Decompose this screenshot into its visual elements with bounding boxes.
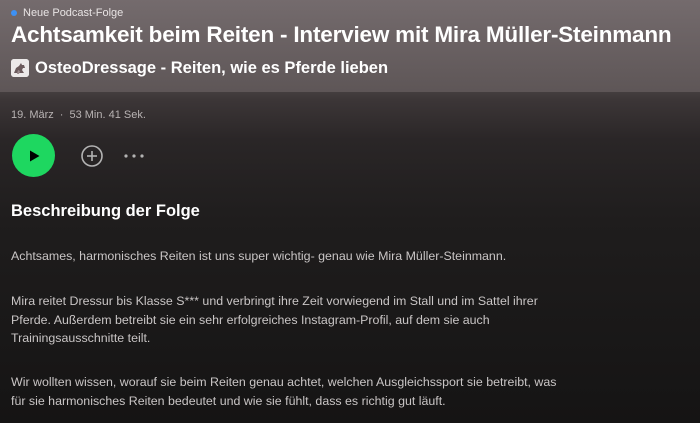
add-circle-icon: [81, 145, 103, 167]
add-to-library-button[interactable]: [80, 144, 104, 168]
show-cover-image[interactable]: [11, 59, 29, 77]
episode-duration: 53 Min. 41 Sek.: [69, 109, 146, 121]
description-heading: Beschreibung der Folge: [11, 202, 200, 220]
playback-controls: [12, 134, 212, 178]
meta-separator: ·: [59, 109, 64, 121]
horse-logo-icon: [11, 59, 29, 77]
play-button[interactable]: [12, 134, 55, 177]
new-episode-badge: Neue Podcast-Folge: [11, 6, 123, 20]
description-paragraph: Achtsames, harmonisches Reiten ist uns s…: [11, 249, 507, 263]
play-icon: [29, 150, 39, 161]
episode-title: Achtsamkeit beim Reiten - Interview mit …: [11, 22, 672, 47]
show-link[interactable]: OsteoDressage - Reiten, wie es Pferde li…: [11, 56, 388, 80]
description-paragraph: Mira reitet Dressur bis Klasse S*** und …: [11, 294, 538, 345]
release-date: 19. März: [11, 109, 54, 121]
description-paragraph: Wir wollten wissen, worauf sie beim Reit…: [11, 375, 557, 408]
show-title[interactable]: OsteoDressage - Reiten, wie es Pferde li…: [35, 59, 388, 78]
new-episode-label: Neue Podcast-Folge: [23, 7, 124, 19]
episode-meta: 19. März · 53 Min. 41 Sek.: [11, 109, 146, 121]
more-dots-icon: [124, 154, 144, 158]
new-indicator-dot: [11, 10, 17, 16]
more-options-button[interactable]: [122, 144, 146, 168]
